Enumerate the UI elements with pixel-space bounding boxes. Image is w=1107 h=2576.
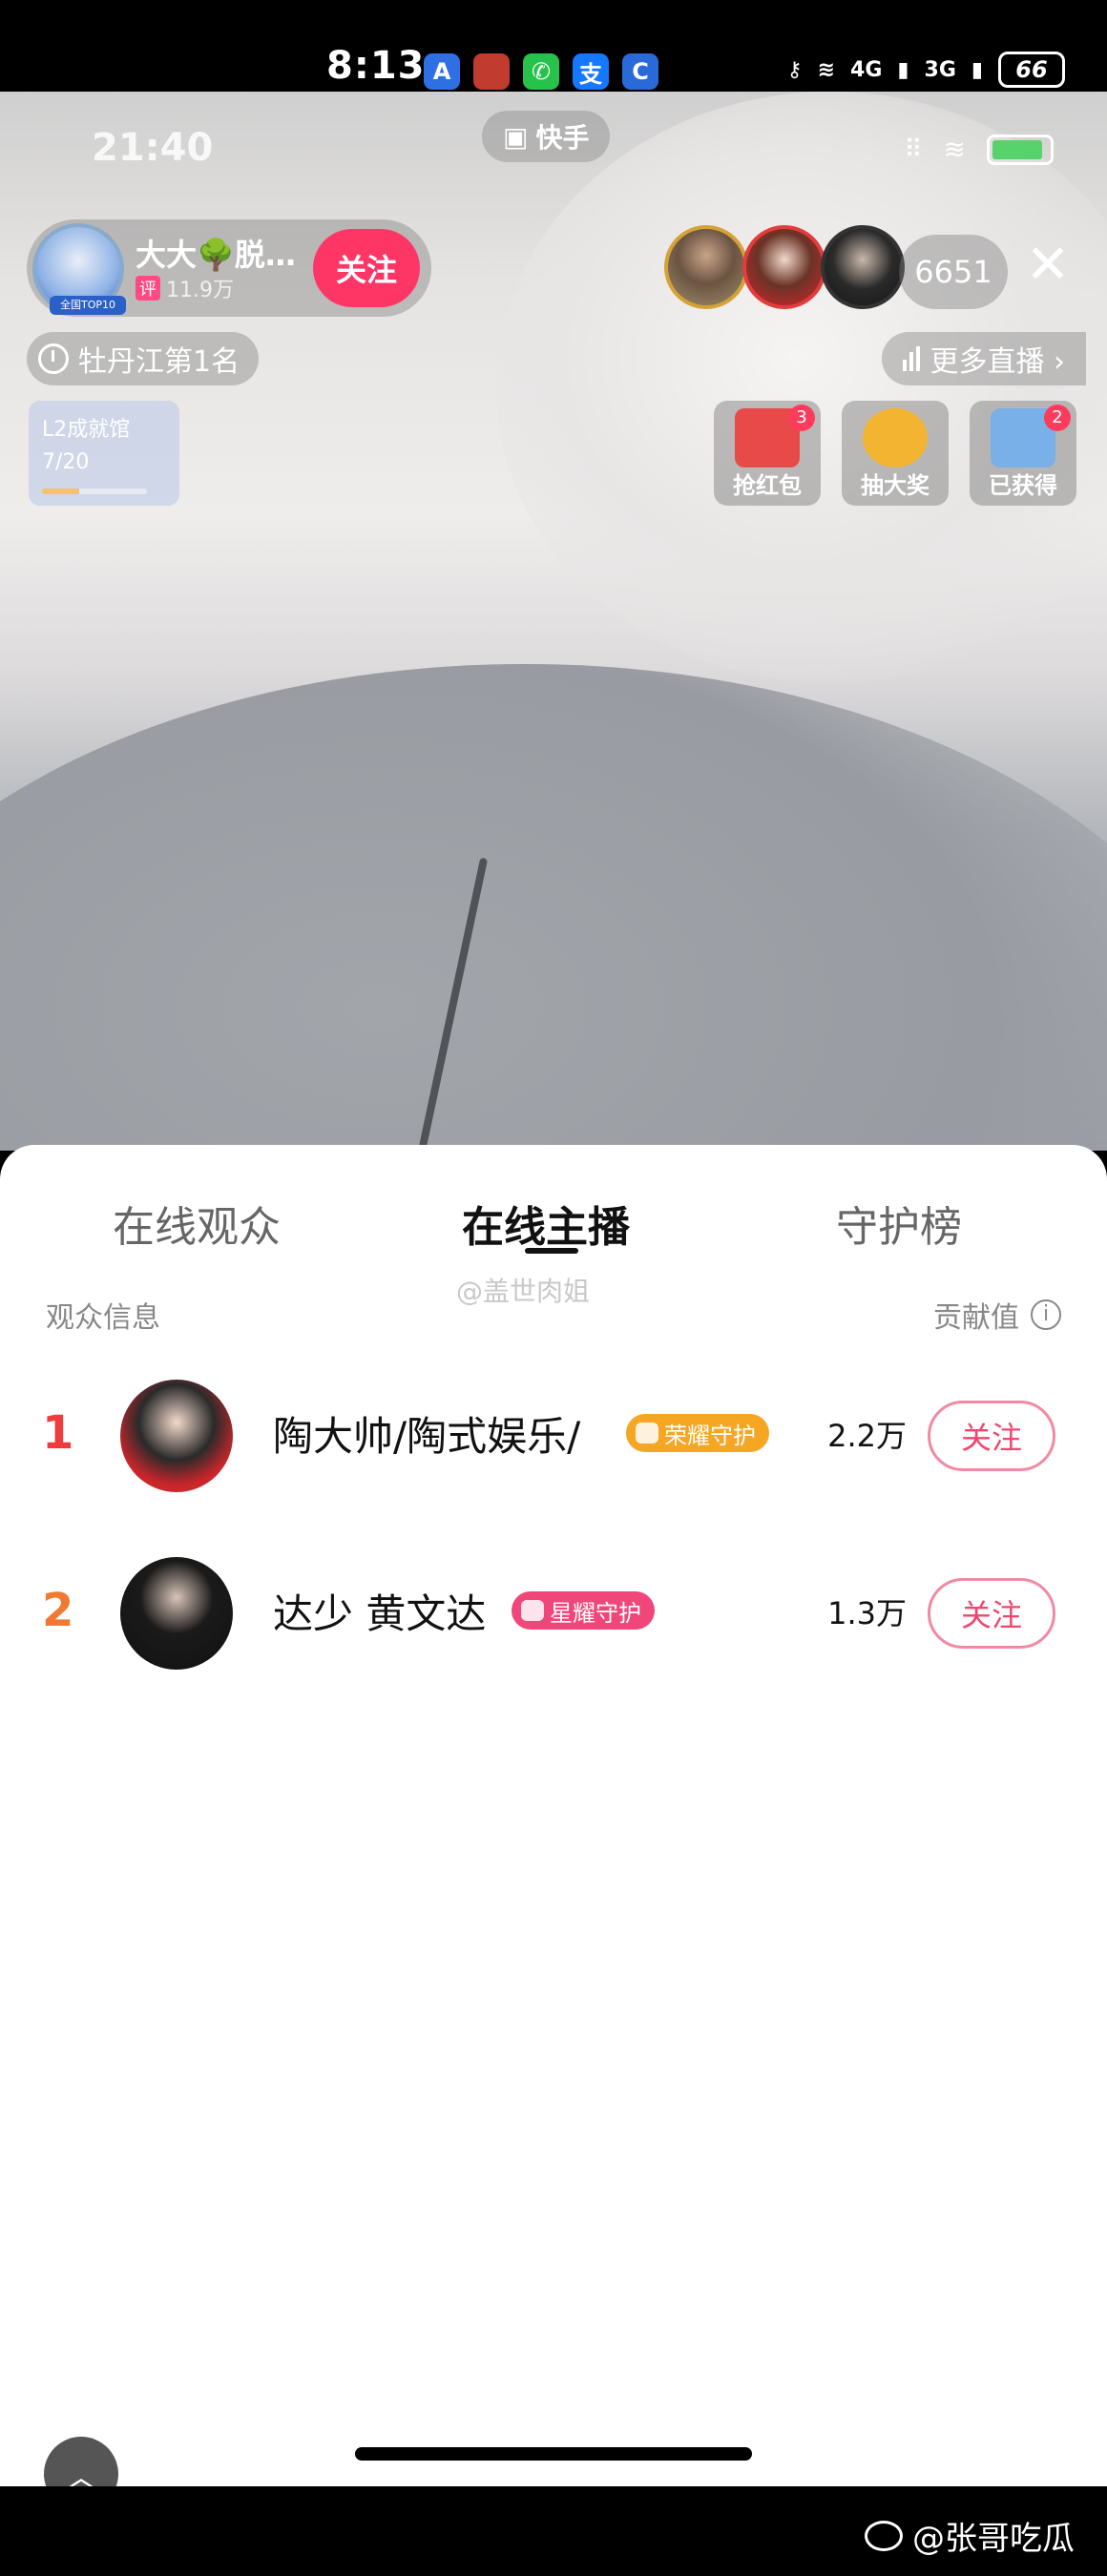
user-name: 达少 黄文达 <box>273 1590 487 1637</box>
info-icon[interactable]: i <box>1031 1299 1061 1330</box>
online-list-sheet: 在线观众 在线主播 守护榜 @盖世肉姐 观众信息 贡献值 i 1 陶大帅/陶式娱… <box>0 1145 1107 2486</box>
contribution-value: 1.3万 <box>827 1595 907 1631</box>
host-name: 大大🌳脱… <box>136 237 296 273</box>
tab-online-anchors[interactable]: 在线主播 <box>462 1193 630 1254</box>
host-avatar[interactable]: 全国TOP10 <box>32 223 126 315</box>
a-app-icon: A <box>424 53 460 90</box>
weibo-icon <box>865 2520 903 2551</box>
signal-bars-icon: ▮ <box>897 57 909 82</box>
rank-number: 2 <box>42 1584 74 1637</box>
stream-clock: 21:40 <box>92 126 214 170</box>
follow-button[interactable]: 关注 <box>928 1578 1055 1649</box>
signal-dots-icon: ⠿ <box>904 135 923 164</box>
achievement-progress: 7/20 <box>42 450 90 474</box>
contribution-value: 2.2万 <box>827 1418 907 1454</box>
top-viewers[interactable] <box>664 225 905 309</box>
lottery-button[interactable]: 抽大奖 <box>842 401 949 506</box>
table-row[interactable]: 2 达少 黄文达 星耀守护 1.3万 关注 <box>0 1536 1107 1689</box>
fans-count: 11.9万 <box>166 279 234 302</box>
phone-clock: 8:13 <box>326 44 426 88</box>
rank-number: 1 <box>42 1406 74 1460</box>
red-app-icon <box>473 53 510 90</box>
notification-app-icons: A ✆ 支 C <box>424 53 658 90</box>
phone-status-bar: 8:13 A ✆ 支 C ⚷ ≋ 4G ▮ 3G ▮ 66 <box>0 0 1107 92</box>
top-viewer-avatar[interactable] <box>664 225 748 309</box>
charging-battery-icon <box>987 134 1054 165</box>
guard-badge: 荣耀守护 <box>626 1414 769 1452</box>
tab-online-audience[interactable]: 在线观众 <box>113 1193 281 1254</box>
viewer-count[interactable]: 6651 <box>899 235 1008 309</box>
follow-host-button[interactable]: 关注 <box>313 229 420 307</box>
guard-badge-icon <box>636 1423 658 1444</box>
wechat-icon: ✆ <box>523 53 559 90</box>
achievement-progress-bar <box>42 488 147 494</box>
guard-badge: 星耀守护 <box>512 1591 655 1630</box>
city-rank-badge[interactable]: 牡丹江第1名 <box>27 332 260 385</box>
battery-icon: 66 <box>998 52 1065 88</box>
kuaishou-logo: ▣ 快手 <box>482 111 611 162</box>
table-row[interactable]: 1 陶大帅/陶式娱乐/ 荣耀守护 2.2万 关注 <box>0 1359 1107 1511</box>
avatar[interactable] <box>120 1557 233 1670</box>
red-envelope-button[interactable]: 3 抢红包 <box>714 401 821 506</box>
wifi-icon: ≋ <box>943 134 966 165</box>
lottery-wheel-icon <box>863 408 928 467</box>
kuaishou-icon: ▣ <box>503 120 529 153</box>
tab-guard-rank[interactable]: 守护榜 <box>836 1193 962 1254</box>
top-viewer-avatar[interactable] <box>742 225 826 309</box>
host-rank-badge: 全国TOP10 <box>50 296 126 315</box>
signal-bars-icon: ▮ <box>971 57 983 82</box>
more-live-button[interactable]: 更多直播 › <box>882 332 1086 385</box>
sheet-tabs: 在线观众 在线主播 守护榜 <box>0 1193 1107 1252</box>
achievement-card[interactable]: L2成就馆 7/20 <box>29 401 179 506</box>
live-video[interactable]: 21:40 ▣ 快手 ⠿ ≋ 全国TOP10 大大🌳脱… 评 11.9万 关注 … <box>0 92 1107 1151</box>
c-app-icon: C <box>622 53 658 90</box>
weibo-credit: @张哥吃瓜 <box>865 2512 1075 2559</box>
clock-icon <box>38 343 69 374</box>
key-icon: ⚷ <box>786 57 803 82</box>
rating-tag: 评 <box>136 276 160 301</box>
host-info[interactable]: 全国TOP10 大大🌳脱… 评 11.9万 关注 <box>27 219 431 317</box>
signal-3g-label: 3G <box>924 57 956 82</box>
guard-badge-icon <box>521 1600 544 1621</box>
follow-button[interactable]: 关注 <box>928 1401 1055 1471</box>
signal-4g-label: 4G <box>850 57 883 82</box>
stream-status-right: ⠿ ≋ <box>904 134 1054 165</box>
watermark: @盖世肉姐 <box>456 1276 591 1307</box>
top-viewer-avatar[interactable] <box>821 225 905 309</box>
alipay-icon: 支 <box>573 53 609 90</box>
rewards-badge: 2 <box>1044 405 1071 431</box>
avatar[interactable] <box>120 1380 233 1492</box>
host-fans: 评 11.9万 <box>136 273 234 303</box>
user-name: 陶大帅/陶式娱乐/ <box>273 1413 581 1460</box>
home-indicator[interactable] <box>355 2447 752 2461</box>
phone-status-right: ⚷ ≋ 4G ▮ 3G ▮ 66 <box>786 52 1065 88</box>
close-icon[interactable]: ✕ <box>1023 239 1073 292</box>
column-header-user: 观众信息 <box>46 1301 160 1335</box>
active-tab-indicator <box>525 1248 578 1254</box>
red-envelope-badge: 3 <box>788 405 815 431</box>
wifi-icon: ≋ <box>817 57 836 82</box>
bar-chart-icon <box>903 346 921 371</box>
column-header-contribution: 贡献值 i <box>933 1294 1061 1336</box>
obtained-rewards-button[interactable]: 2 已获得 <box>970 401 1076 506</box>
achievement-title: L2成就馆 <box>42 418 131 442</box>
